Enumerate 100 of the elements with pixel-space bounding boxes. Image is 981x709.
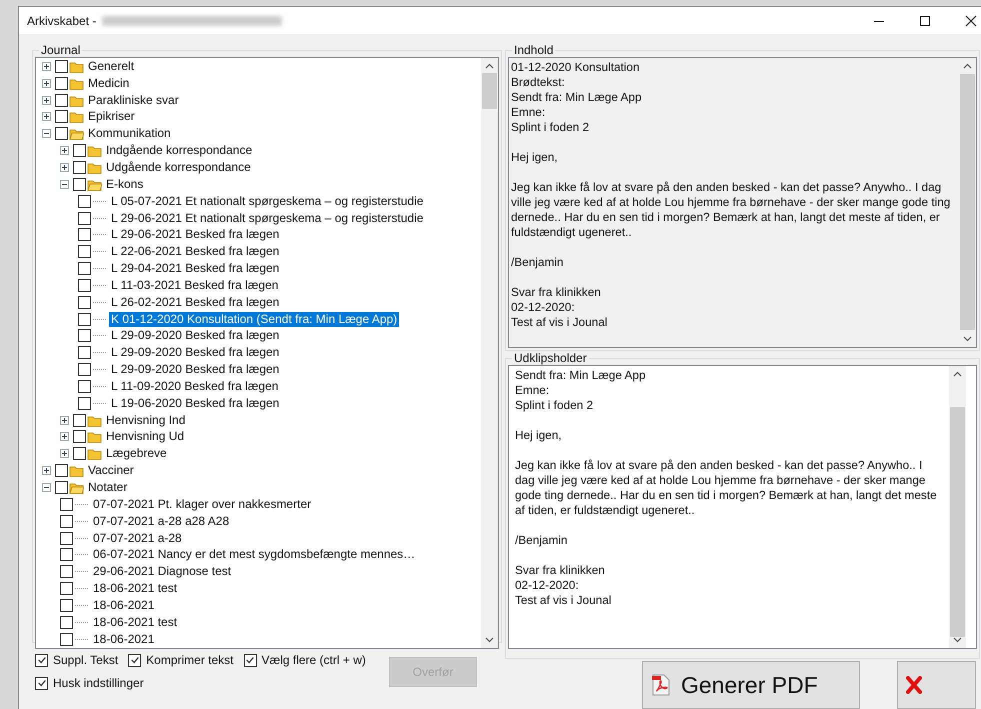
checkbox[interactable] (78, 363, 91, 376)
scrollbar[interactable] (481, 58, 498, 648)
close-icon[interactable] (965, 14, 977, 26)
tree-item[interactable]: L 05-07-2021 Et nationalt spørgeskema – og registerstudie (109, 194, 426, 209)
tree-item[interactable]: L 29-06-2021 Et nationalt spørgeskema – og registerstudie (109, 210, 426, 226)
checkbox[interactable] (78, 346, 91, 360)
tree-item[interactable]: 07-07-2021 a-28 (91, 530, 184, 546)
tree-item[interactable]: L 19-06-2020 Besked fra lægen (109, 396, 282, 411)
checkbox[interactable] (78, 245, 91, 258)
tree-item[interactable]: E-kons (104, 176, 146, 192)
checkbox[interactable] (60, 498, 73, 511)
tree-item[interactable]: L 22-06-2021 Besked fra lægen (109, 244, 282, 260)
checkbox[interactable] (73, 414, 86, 427)
tree-item[interactable]: L 11-03-2021 Besked fra lægen (109, 278, 280, 293)
tree-item[interactable]: L 29-09-2020 Besked fra lægen (109, 328, 282, 344)
checkbox[interactable] (78, 262, 91, 276)
collapse-icon[interactable] (60, 180, 69, 189)
scroll-thumb[interactable] (950, 407, 965, 637)
tree-item[interactable]: L 26-02-2021 Besked fra lægen (109, 294, 282, 310)
scroll-thumb[interactable] (482, 73, 497, 109)
expand-icon[interactable] (42, 62, 51, 71)
tree-item[interactable]: L 29-09-2020 Besked fra lægen (109, 362, 282, 378)
tree-item[interactable]: 07-07-2021 a-28 a28 A28 (91, 514, 232, 529)
expand-icon[interactable] (42, 78, 51, 88)
tree-item[interactable]: Notater (86, 480, 130, 496)
scroll-up-icon[interactable] (953, 371, 962, 377)
expand-icon[interactable] (42, 96, 51, 105)
checkbox[interactable] (55, 94, 68, 107)
checkbox[interactable] (35, 676, 48, 690)
tree-item[interactable]: L 29-06-2021 Besked fra lægen (109, 227, 282, 242)
checkbox[interactable] (78, 212, 91, 225)
scroll-up-icon[interactable] (963, 63, 972, 69)
checkbox[interactable] (55, 481, 68, 494)
maximize-icon[interactable] (919, 14, 931, 26)
checkbox[interactable] (60, 632, 73, 646)
expand-icon[interactable] (42, 466, 51, 476)
checkbox[interactable] (78, 228, 91, 242)
collapse-icon[interactable] (42, 129, 51, 138)
generate-pdf-button[interactable]: Generer PDF (642, 661, 860, 709)
scroll-thumb[interactable] (960, 74, 975, 330)
checkbox[interactable] (35, 654, 48, 666)
tree-item[interactable]: K 01-12-2020 Konsultation (Sendt fra: Min Læge App) (109, 312, 400, 327)
tree-item[interactable]: Medicin (86, 76, 132, 91)
checkbox[interactable] (73, 430, 86, 444)
expand-icon[interactable] (42, 112, 51, 122)
checkbox[interactable] (78, 380, 91, 393)
checkbox[interactable] (244, 654, 257, 666)
tree-item[interactable]: 18-06-2021 test (91, 614, 180, 630)
checkbox[interactable] (55, 60, 68, 73)
tree-item[interactable]: Udgående korrespondance (104, 160, 253, 175)
checkbox[interactable] (55, 127, 68, 140)
expand-icon[interactable] (60, 449, 69, 458)
tree-item[interactable]: Vacciner (86, 463, 136, 478)
checkbox[interactable] (55, 110, 68, 124)
checkbox[interactable] (78, 194, 91, 208)
tree-item[interactable]: 29-06-2021 Diagnose test (91, 564, 234, 580)
expand-icon[interactable] (60, 146, 69, 156)
checkbox[interactable] (78, 396, 91, 410)
checkbox[interactable] (55, 464, 68, 478)
scroll-down-icon[interactable] (953, 637, 962, 643)
checkbox[interactable] (78, 329, 91, 342)
scroll-down-icon[interactable] (485, 636, 494, 643)
tree-item[interactable]: 18-06-2021 test (91, 581, 180, 596)
tree-item[interactable]: 07-07-2021 Pt. klager over nakkesmerter (91, 496, 314, 512)
scrollbar[interactable] (949, 366, 966, 648)
tree-item[interactable]: Parakliniske svar (86, 92, 181, 108)
tree-item[interactable]: Generelt (86, 58, 136, 74)
checkbox[interactable] (128, 654, 142, 666)
checkbox[interactable] (78, 278, 91, 292)
checkbox[interactable] (55, 76, 68, 90)
scroll-down-icon[interactable] (963, 336, 972, 342)
checkbox[interactable] (60, 565, 73, 578)
tree-item[interactable]: Epikriser (86, 109, 137, 124)
expand-icon[interactable] (60, 416, 69, 425)
checkbox[interactable] (60, 532, 73, 545)
checkbox[interactable] (73, 144, 86, 158)
tree-item[interactable]: L 11-09-2020 Besked fra lægen (109, 378, 280, 394)
expand-icon[interactable] (60, 162, 69, 172)
scroll-up-icon[interactable] (485, 63, 494, 69)
checkbox[interactable] (73, 178, 86, 191)
expand-icon[interactable] (60, 432, 69, 442)
checkbox[interactable] (78, 296, 91, 309)
checkbox[interactable] (60, 598, 73, 612)
tree-item[interactable]: Henvisning Ud (104, 429, 186, 444)
checkbox[interactable] (60, 616, 73, 629)
tree-item[interactable]: 06-07-2021 Nancy er det mest sygdomsbefængte mennes… (91, 547, 418, 562)
tree-item[interactable]: 18-06-2021 (91, 632, 156, 647)
checkbox[interactable] (73, 447, 86, 460)
tree-item[interactable]: 18-06-2021 (91, 598, 156, 613)
tree-item[interactable]: Indgående korrespondance (104, 143, 254, 158)
cancel-button[interactable] (897, 661, 976, 709)
tree-item[interactable]: L 29-04-2021 Besked fra lægen (109, 261, 282, 276)
checkbox[interactable] (78, 312, 91, 326)
tree-item[interactable]: Henvisning Ind (104, 412, 188, 428)
checkbox[interactable] (73, 160, 86, 174)
checkbox[interactable] (60, 548, 73, 562)
tree-item[interactable]: Kommunikation (86, 126, 173, 142)
tree-item[interactable]: Lægebreve (104, 446, 169, 462)
checkbox[interactable] (60, 582, 73, 596)
collapse-icon[interactable] (42, 483, 51, 492)
